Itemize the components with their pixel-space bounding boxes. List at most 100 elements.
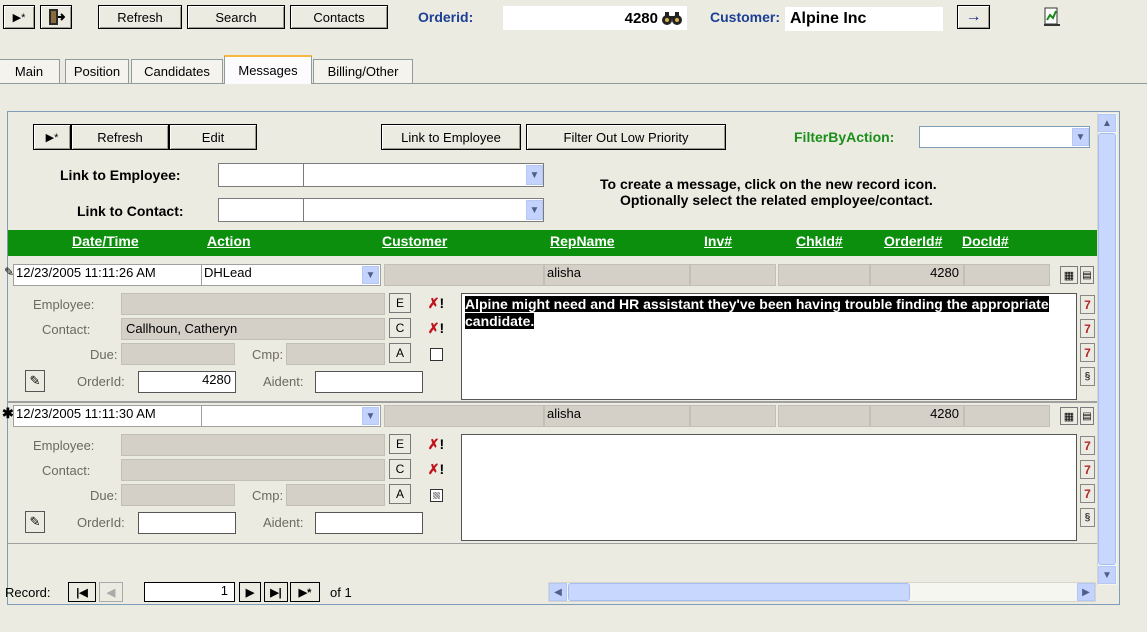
- orderid-detail-field[interactable]: [138, 512, 236, 534]
- doc-view-button[interactable]: ▤: [1080, 407, 1094, 425]
- action-a-button[interactable]: A: [389, 343, 411, 363]
- customer-input[interactable]: Alpine Inc: [785, 7, 943, 31]
- due-field[interactable]: [121, 484, 235, 506]
- action-combo[interactable]: DHLead: [201, 264, 381, 286]
- col-chkid[interactable]: ChkId#: [796, 233, 843, 249]
- hscroll-left-button[interactable]: ◀: [549, 583, 567, 601]
- record-2: ✱ 12/23/2005 11:11:30 AM ▼ alisha 4280 ▦…: [2, 403, 1097, 543]
- priority-button-3[interactable]: 7: [1080, 484, 1095, 503]
- notes-icon[interactable]: ✎: [25, 511, 45, 533]
- link-contact-dropdown-icon[interactable]: ▼: [526, 200, 543, 220]
- contact-field[interactable]: Callhoun, Catheryn: [121, 318, 385, 340]
- tab-candidates[interactable]: Candidates: [131, 59, 223, 83]
- refresh-button[interactable]: Refresh: [98, 5, 182, 29]
- find-order-button[interactable]: [659, 7, 685, 28]
- tab-billing-other[interactable]: Billing/Other: [313, 59, 413, 83]
- tab-messages[interactable]: Messages: [224, 55, 312, 84]
- form-view-button[interactable]: ▦: [1060, 407, 1078, 425]
- subform-refresh-button[interactable]: Refresh: [71, 124, 169, 150]
- vscroll-up-button[interactable]: ▲: [1098, 114, 1116, 132]
- notes-icon[interactable]: ✎: [25, 370, 45, 392]
- link-employee-dropdown-icon[interactable]: ▼: [526, 165, 543, 185]
- employee-field[interactable]: [121, 434, 385, 456]
- tab-position[interactable]: Position: [65, 59, 129, 83]
- link-to-employee-button[interactable]: Link to Employee: [381, 124, 521, 150]
- orderid-detail-field[interactable]: 4280: [138, 371, 236, 393]
- prev-record-button[interactable]: ◀: [99, 582, 123, 602]
- action-dropdown-icon[interactable]: ▼: [362, 266, 379, 284]
- link-contact-combo[interactable]: [218, 198, 544, 222]
- priority-button-2[interactable]: 7: [1080, 460, 1095, 479]
- clear-employee-icon[interactable]: ✗!: [424, 293, 448, 313]
- search-button[interactable]: Search: [187, 5, 285, 29]
- hscroll-thumb[interactable]: [568, 583, 910, 601]
- cmp-field[interactable]: [286, 484, 385, 506]
- attach-button[interactable]: §: [1080, 508, 1095, 527]
- datetime-field[interactable]: 12/23/2005 11:11:26 AM: [13, 264, 203, 286]
- subform-new-record-button[interactable]: ▶*: [33, 124, 71, 150]
- new-record-button[interactable]: ▶*: [3, 5, 35, 29]
- col-datetime[interactable]: Date/Time: [72, 233, 139, 249]
- report-button[interactable]: [1040, 5, 1064, 29]
- vscroll-down-button[interactable]: ▼: [1098, 566, 1116, 584]
- priority-button-2[interactable]: 7: [1080, 319, 1095, 338]
- attach-button[interactable]: §: [1080, 367, 1095, 386]
- col-action[interactable]: Action: [207, 233, 251, 249]
- col-customer[interactable]: Customer: [382, 233, 447, 249]
- filter-by-action-dropdown-icon[interactable]: ▼: [1072, 128, 1089, 146]
- chkid-cell: [778, 264, 870, 286]
- tab-main[interactable]: Main: [0, 59, 60, 83]
- contacts-button[interactable]: Contacts: [290, 5, 388, 29]
- form-view-button[interactable]: ▦: [1060, 266, 1078, 284]
- next-record-button[interactable]: ▶: [239, 582, 261, 602]
- hscroll-right-button[interactable]: ▶: [1077, 583, 1095, 601]
- aident-field[interactable]: [315, 371, 423, 393]
- first-record-button[interactable]: |◀: [68, 582, 96, 602]
- col-repname[interactable]: RepName: [550, 233, 615, 249]
- current-record-input[interactable]: 1: [144, 582, 235, 602]
- due-label: Due:: [90, 347, 118, 362]
- clear-employee-icon[interactable]: ✗!: [424, 434, 448, 454]
- new-record-nav-button[interactable]: ▶*: [290, 582, 320, 602]
- action-combo[interactable]: [201, 405, 381, 427]
- chkid-cell: [778, 405, 870, 427]
- subform-edit-button[interactable]: Edit: [169, 124, 257, 150]
- record-selector-new[interactable]: ✱: [2, 405, 14, 422]
- clear-contact-icon[interactable]: ✗!: [424, 318, 448, 338]
- action-dropdown-icon[interactable]: ▼: [362, 407, 379, 425]
- due-field[interactable]: [121, 343, 235, 365]
- aident-field[interactable]: [315, 512, 423, 534]
- employee-field[interactable]: [121, 293, 385, 315]
- cmp-label: Cmp:: [252, 488, 284, 503]
- link-employee-combo[interactable]: [218, 163, 544, 187]
- contact-c-button[interactable]: C: [389, 318, 411, 338]
- vscroll-thumb[interactable]: [1098, 133, 1116, 565]
- employee-e-button[interactable]: E: [389, 434, 411, 454]
- col-orderid[interactable]: OrderId#: [884, 233, 942, 249]
- contact-c-button[interactable]: C: [389, 459, 411, 479]
- complete-checkbox[interactable]: [430, 489, 443, 502]
- filter-by-action-select[interactable]: [919, 126, 1090, 148]
- message-textarea[interactable]: [461, 434, 1077, 541]
- message-textarea[interactable]: Alpine might need and HR assistant they'…: [461, 293, 1077, 400]
- clear-contact-icon[interactable]: ✗!: [424, 459, 448, 479]
- col-docid[interactable]: DocId#: [962, 233, 1009, 249]
- orderid-label: Orderid:: [418, 9, 474, 25]
- priority-button-1[interactable]: 7: [1080, 436, 1095, 455]
- customer-cell: [384, 405, 544, 427]
- orderid-cell: 4280: [870, 405, 964, 427]
- go-customer-button[interactable]: →: [957, 5, 990, 29]
- last-record-button[interactable]: ▶|: [264, 582, 288, 602]
- complete-checkbox[interactable]: [430, 348, 443, 361]
- filter-low-priority-button[interactable]: Filter Out Low Priority: [526, 124, 726, 150]
- priority-button-3[interactable]: 7: [1080, 343, 1095, 362]
- contact-field[interactable]: [121, 459, 385, 481]
- priority-button-1[interactable]: 7: [1080, 295, 1095, 314]
- doc-view-button[interactable]: ▤: [1080, 266, 1094, 284]
- exit-button[interactable]: [40, 5, 72, 29]
- datetime-field[interactable]: 12/23/2005 11:11:30 AM: [13, 405, 203, 427]
- employee-e-button[interactable]: E: [389, 293, 411, 313]
- action-a-button[interactable]: A: [389, 484, 411, 504]
- cmp-field[interactable]: [286, 343, 385, 365]
- col-inv[interactable]: Inv#: [704, 233, 732, 249]
